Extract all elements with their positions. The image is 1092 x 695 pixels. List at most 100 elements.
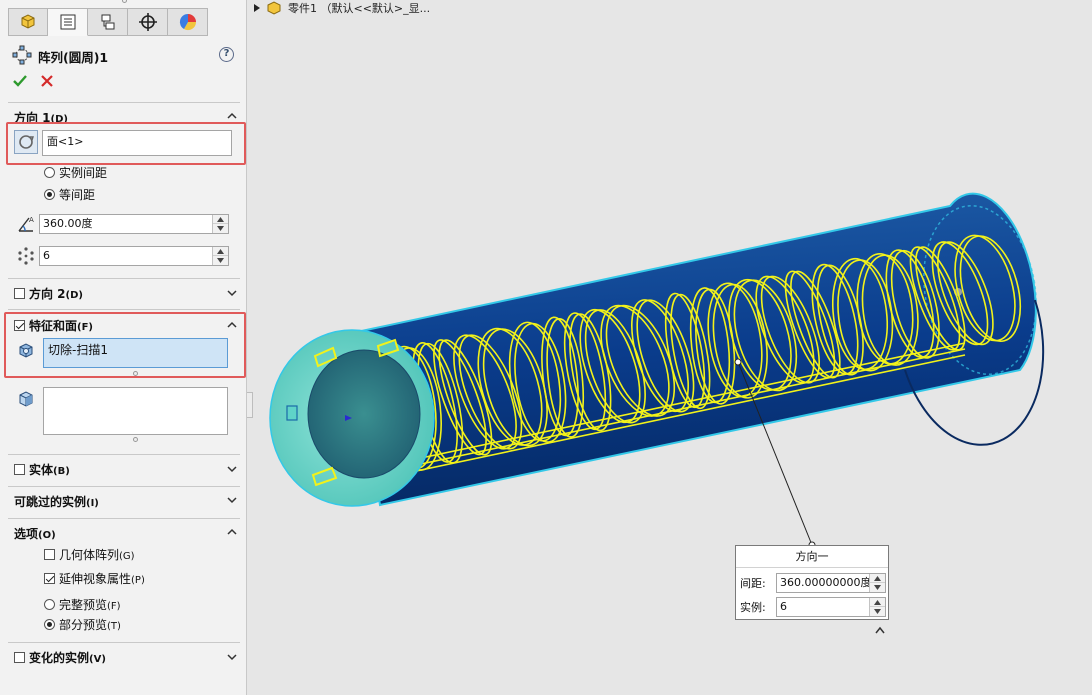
feature-select-icon xyxy=(19,343,33,358)
chevron-up-icon[interactable] xyxy=(226,319,238,331)
spin-down-icon[interactable] xyxy=(870,583,885,592)
chevron-up-icon[interactable] xyxy=(226,110,238,122)
tube-end-face[interactable] xyxy=(269,329,435,507)
features-selection-field[interactable]: 切除-扫描1 xyxy=(43,338,228,368)
callout-collapse-chevron-icon[interactable] xyxy=(874,626,886,634)
section-varied-instances-title: 变化的实例 xyxy=(29,651,90,665)
feature-header: 阵列(圆周)1 ? xyxy=(0,44,246,66)
section-direction2-shortcut: (D) xyxy=(65,290,83,301)
geometry-pattern-checkbox[interactable]: 几何体阵列(G) xyxy=(44,546,135,563)
partial-preview-shortcut: (T) xyxy=(107,621,121,632)
radio-full-preview[interactable]: 完整预览(F) xyxy=(44,596,121,613)
callout-instances-value: 6 xyxy=(780,600,787,613)
radio-equal-spacing[interactable]: 等间距 xyxy=(44,186,95,203)
section-features-faces-header[interactable]: 特征和面(F) xyxy=(14,317,93,334)
partial-preview-label: 部分预览 xyxy=(59,618,108,632)
section-skip-instances-title: 可跳过的实例 xyxy=(14,495,87,509)
cancel-x-icon[interactable] xyxy=(40,74,54,88)
features-faces-checkbox[interactable] xyxy=(14,320,25,331)
spin-up-icon[interactable] xyxy=(870,598,885,607)
instance-count-value: 6 xyxy=(43,249,50,262)
breadcrumb-text: 零件1 （默认<<默认>_显... xyxy=(288,2,431,15)
direction2-checkbox[interactable] xyxy=(14,288,25,299)
section-direction2-title: 方向 2 xyxy=(29,287,66,301)
chevron-up-icon[interactable] xyxy=(226,526,238,538)
part-icon xyxy=(267,1,281,15)
feature-title: 阵列(圆周)1 xyxy=(38,50,109,65)
faces-selection-field[interactable] xyxy=(43,387,228,435)
direction-selection-button[interactable] xyxy=(14,130,38,154)
callout-instances-label: 实例: xyxy=(740,601,766,614)
callout-instances-spinbox[interactable]: 6 xyxy=(776,597,886,617)
spin-down-icon[interactable] xyxy=(870,607,885,616)
tab-configuration-manager[interactable] xyxy=(88,8,128,36)
radio-partial-preview[interactable]: 部分预览(T) xyxy=(44,616,121,633)
section-skip-instances-shortcut: (I) xyxy=(86,498,99,509)
resize-handle[interactable] xyxy=(133,371,138,376)
chevron-down-icon[interactable] xyxy=(226,463,238,475)
rotation-axis-icon xyxy=(19,135,34,149)
spin-up-icon[interactable] xyxy=(870,574,885,583)
caret-right-icon[interactable] xyxy=(254,4,260,12)
section-varied-instances-shortcut: (V) xyxy=(89,654,106,665)
spin-up-icon[interactable] xyxy=(213,215,228,224)
full-preview-shortcut: (F) xyxy=(107,601,121,612)
section-bodies-header[interactable]: 实体(B) xyxy=(14,461,70,478)
chevron-down-icon[interactable] xyxy=(226,494,238,506)
instance-count-icon xyxy=(18,247,34,265)
chevron-down-icon[interactable] xyxy=(226,287,238,299)
callout-spacing-label: 间距: xyxy=(740,577,766,590)
instance-count-spinbox[interactable]: 6 xyxy=(39,246,229,266)
section-features-faces-title: 特征和面 xyxy=(29,319,78,333)
section-bodies-shortcut: (B) xyxy=(53,466,70,477)
spin-down-icon[interactable] xyxy=(213,224,228,233)
splitter-handle[interactable] xyxy=(122,0,127,3)
radio-instance-spacing-label: 实例间距 xyxy=(59,166,108,180)
graphics-viewport[interactable] xyxy=(248,0,1092,695)
geometry-pattern-label: 几何体阵列 xyxy=(59,548,120,562)
axis-marker xyxy=(286,405,298,421)
spin-down-icon[interactable] xyxy=(213,256,228,265)
bodies-checkbox[interactable] xyxy=(14,464,25,475)
divider xyxy=(8,642,240,643)
help-icon[interactable]: ? xyxy=(219,47,234,62)
ok-checkmark-icon[interactable] xyxy=(12,73,28,89)
divider xyxy=(8,454,240,455)
propagate-visual-label: 延伸视象属性 xyxy=(59,572,132,586)
tab-property-manager[interactable] xyxy=(48,8,88,36)
tab-dimxpert-manager[interactable] xyxy=(128,8,168,36)
section-options-header[interactable]: 选项(O) xyxy=(0,524,246,541)
spin-up-icon[interactable] xyxy=(213,247,228,256)
feature-tree-breadcrumb[interactable]: 零件1 （默认<<默认>_显... xyxy=(254,0,430,16)
direction1-selection-field[interactable]: 面<1> xyxy=(42,130,232,156)
manager-tabs xyxy=(8,8,208,38)
chevron-down-icon[interactable] xyxy=(226,651,238,663)
radio-instance-spacing[interactable]: 实例间距 xyxy=(44,164,107,181)
geometry-pattern-shortcut: (G) xyxy=(119,551,135,562)
divider xyxy=(8,102,240,103)
callout-spacing-spinbox[interactable]: 360.00000000度 xyxy=(776,573,886,593)
property-list-icon xyxy=(60,14,75,30)
crosshair-icon xyxy=(138,13,157,31)
section-varied-instances-header[interactable]: 变化的实例(V) xyxy=(14,649,106,666)
section-options-shortcut: (O) xyxy=(38,530,56,541)
section-skip-instances-header[interactable]: 可跳过的实例(I) xyxy=(0,492,246,509)
resize-handle[interactable] xyxy=(133,437,138,442)
divider xyxy=(8,278,240,279)
varied-instances-checkbox[interactable] xyxy=(14,652,25,663)
section-direction2-header[interactable]: 方向 2(D) xyxy=(14,285,83,302)
section-features-faces-shortcut: (F) xyxy=(77,322,93,333)
section-bodies-title: 实体 xyxy=(29,463,54,477)
direction-callout: 方向一 间距: 360.00000000度 实例: 6 xyxy=(735,545,889,620)
angle-spinbox[interactable]: 360.00度 xyxy=(39,214,229,234)
tab-feature-manager[interactable] xyxy=(8,8,48,36)
section-options-title: 选项 xyxy=(14,527,39,541)
propagate-visual-checkbox[interactable]: 延伸视象属性(P) xyxy=(44,570,145,587)
tab-display-manager[interactable] xyxy=(168,8,208,36)
configuration-icon xyxy=(101,14,114,30)
divider xyxy=(8,309,240,310)
full-preview-label: 完整预览 xyxy=(59,598,108,612)
callout-spacing-value: 360.00000000度 xyxy=(780,576,872,589)
angle-icon: A xyxy=(18,216,34,232)
propagate-visual-shortcut: (P) xyxy=(131,575,145,586)
